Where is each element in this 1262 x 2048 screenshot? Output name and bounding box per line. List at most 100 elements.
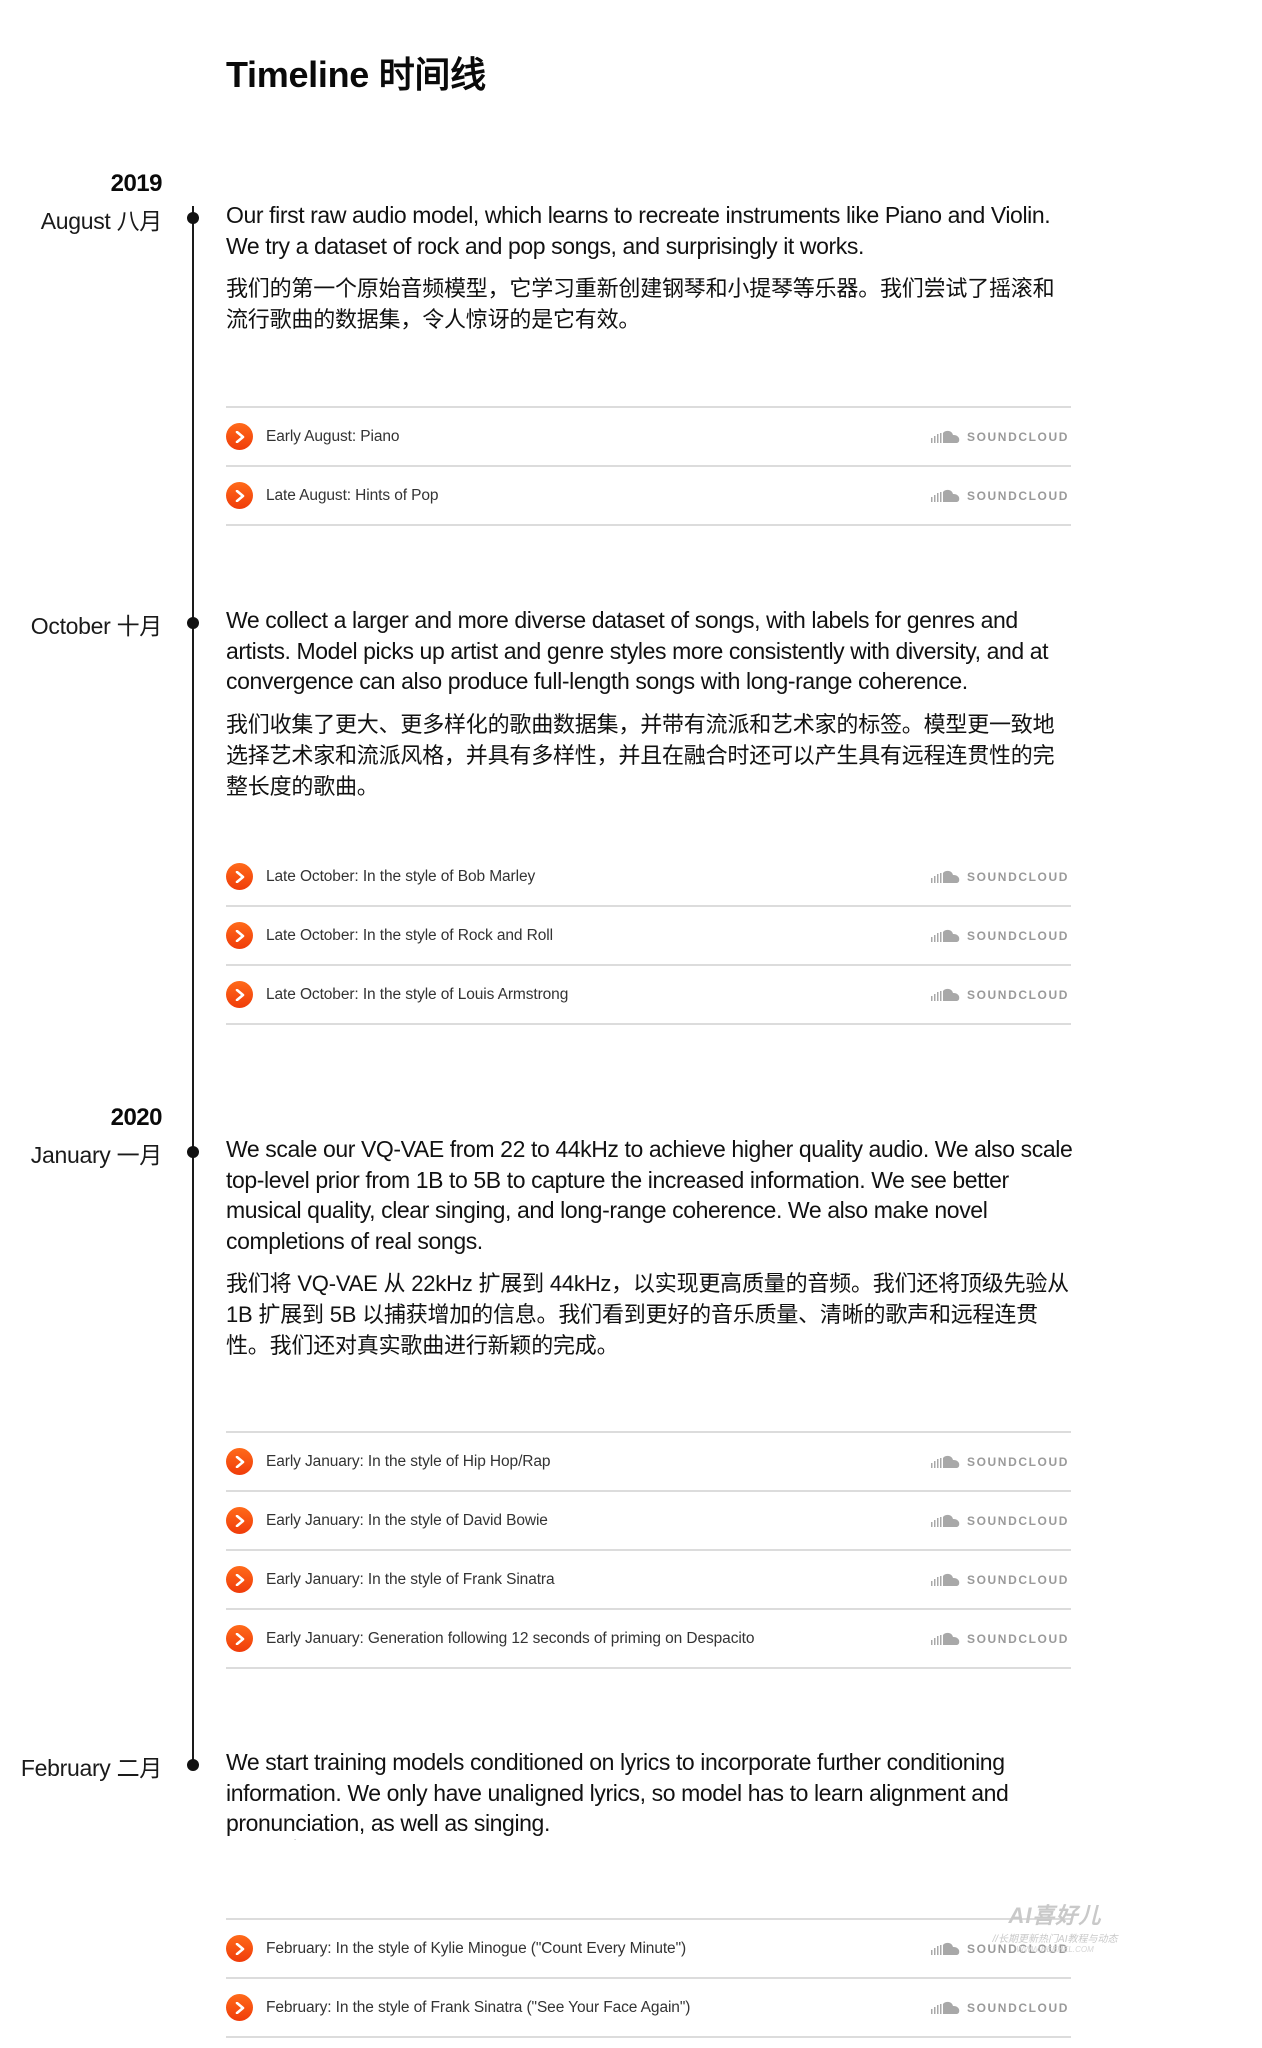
month-label: August 八月 <box>40 208 163 234</box>
year-label: 2019 <box>110 170 163 197</box>
timeline-dot <box>187 1759 199 1771</box>
soundcloud-link[interactable]: SOUNDCLOUD <box>931 1455 1069 1469</box>
timeline-entry-february-2020: We start training models conditioned on … <box>226 1747 1076 1839</box>
timeline-entry-october-2019: We collect a larger and more diverse dat… <box>226 605 1076 802</box>
track-title[interactable]: Late August: Hints of Pop <box>266 487 439 505</box>
soundcloud-label: SOUNDCLOUD <box>967 928 1069 943</box>
track-list: Early January: In the style of Hip Hop/R… <box>226 1431 1071 1669</box>
play-button[interactable] <box>226 1935 253 1962</box>
timeline-line <box>192 206 194 1768</box>
soundcloud-icon <box>931 870 960 883</box>
soundcloud-link[interactable]: SOUNDCLOUD <box>931 1573 1069 1587</box>
timeline-dot <box>187 1146 199 1158</box>
play-icon <box>235 1942 244 1955</box>
play-button[interactable] <box>226 1994 253 2021</box>
track-row[interactable]: Late October: In the style of Bob Marley… <box>226 848 1071 907</box>
play-icon <box>235 1455 244 1468</box>
description-en: We collect a larger and more diverse dat… <box>226 607 1049 694</box>
soundcloud-icon <box>931 430 960 443</box>
month-label: February 二月 <box>20 1755 162 1781</box>
timeline-dot <box>187 212 199 224</box>
soundcloud-label: SOUNDCLOUD <box>967 869 1069 884</box>
play-icon <box>235 489 244 502</box>
month-label: January 一月 <box>30 1142 163 1168</box>
soundcloud-icon <box>931 1455 960 1468</box>
track-title[interactable]: Early January: In the style of Hip Hop/R… <box>266 1453 551 1471</box>
track-row[interactable]: Late August: Hints of Pop SOUNDCLOUD <box>226 467 1071 526</box>
soundcloud-icon <box>931 1573 960 1586</box>
soundcloud-link[interactable]: SOUNDCLOUD <box>931 489 1069 503</box>
soundcloud-label: SOUNDCLOUD <box>967 987 1069 1002</box>
track-row[interactable]: Early January: In the style of Hip Hop/R… <box>226 1433 1071 1492</box>
play-button[interactable] <box>226 1507 253 1534</box>
soundcloud-icon <box>931 2001 960 2014</box>
description-zh: 我们的第一个原始音频模型，它学习重新创建钢琴和小提琴等乐器。我们尝试了摇滚和流行… <box>226 276 1055 332</box>
play-button[interactable] <box>226 922 253 949</box>
track-title[interactable]: Early January: Generation following 12 s… <box>266 1630 755 1648</box>
track-title[interactable]: Early August: Piano <box>266 428 399 446</box>
description-zh: 我们收集了更大、更多样化的歌曲数据集，并带有流派和艺术家的标签。模型更一致地选择… <box>226 711 1055 799</box>
soundcloud-label: SOUNDCLOUD <box>967 1454 1069 1469</box>
soundcloud-icon <box>931 988 960 1001</box>
description-en: We start training models conditioned on … <box>226 1749 1009 1836</box>
track-row[interactable]: Early January: In the style of David Bow… <box>226 1492 1071 1551</box>
play-button[interactable] <box>226 482 253 509</box>
soundcloud-link[interactable]: SOUNDCLOUD <box>931 929 1069 943</box>
year-label: 2020 <box>110 1104 163 1131</box>
soundcloud-link[interactable]: SOUNDCLOUD <box>931 1942 1069 1956</box>
description-en: Our first raw audio model, which learns … <box>226 202 1051 259</box>
play-button[interactable] <box>226 1448 253 1475</box>
play-button[interactable] <box>226 423 253 450</box>
soundcloud-label: SOUNDCLOUD <box>967 1941 1069 1956</box>
track-list: Late October: In the style of Bob Marley… <box>226 848 1071 1025</box>
play-button[interactable] <box>226 863 253 890</box>
soundcloud-label: SOUNDCLOUD <box>967 2000 1069 2015</box>
play-button[interactable] <box>226 1625 253 1652</box>
play-button[interactable] <box>226 1566 253 1593</box>
track-list: Early August: Piano SOUNDCLOUD Late Augu… <box>226 406 1071 526</box>
track-title[interactable]: Late October: In the style of Louis Arms… <box>266 986 568 1004</box>
soundcloud-link[interactable]: SOUNDCLOUD <box>931 2001 1069 2015</box>
soundcloud-link[interactable]: SOUNDCLOUD <box>931 870 1069 884</box>
timeline-entry-january-2020: We scale our VQ-VAE from 22 to 44kHz to … <box>226 1134 1076 1361</box>
track-title[interactable]: February: In the style of Kylie Minogue … <box>266 1940 686 1958</box>
track-row[interactable]: Late October: In the style of Rock and R… <box>226 907 1071 966</box>
play-icon <box>235 1514 244 1527</box>
track-title[interactable]: February: In the style of Frank Sinatra … <box>266 1999 690 2017</box>
soundcloud-label: SOUNDCLOUD <box>967 429 1069 444</box>
soundcloud-icon <box>931 1942 960 1955</box>
soundcloud-icon <box>931 1514 960 1527</box>
track-row[interactable]: Early January: In the style of Frank Sin… <box>226 1551 1071 1610</box>
track-title[interactable]: Late October: In the style of Bob Marley <box>266 868 535 886</box>
soundcloud-link[interactable]: SOUNDCLOUD <box>931 430 1069 444</box>
track-row[interactable]: Early January: Generation following 12 s… <box>226 1610 1071 1669</box>
play-button[interactable] <box>226 981 253 1008</box>
play-icon <box>235 988 244 1001</box>
timeline-entry-august-2019: Our first raw audio model, which learns … <box>226 200 1076 335</box>
soundcloud-link[interactable]: SOUNDCLOUD <box>931 988 1069 1002</box>
month-label: October 十月 <box>30 613 163 639</box>
track-title[interactable]: Late October: In the style of Rock and R… <box>266 927 553 945</box>
play-icon <box>235 2001 244 2014</box>
track-list: February: In the style of Kylie Minogue … <box>226 1918 1071 2038</box>
soundcloud-label: SOUNDCLOUD <box>967 488 1069 503</box>
track-title[interactable]: Early January: In the style of Frank Sin… <box>266 1571 555 1589</box>
play-icon <box>235 1632 244 1645</box>
play-icon <box>235 1573 244 1586</box>
page-title: Timeline 时间线 <box>226 54 486 95</box>
play-icon <box>235 870 244 883</box>
soundcloud-link[interactable]: SOUNDCLOUD <box>931 1514 1069 1528</box>
timeline-dot <box>187 617 199 629</box>
play-icon <box>235 430 244 443</box>
track-row[interactable]: February: In the style of Frank Sinatra … <box>226 1979 1071 2038</box>
track-row[interactable]: February: In the style of Kylie Minogue … <box>226 1920 1071 1979</box>
play-icon <box>235 929 244 942</box>
track-row[interactable]: Early August: Piano SOUNDCLOUD <box>226 408 1071 467</box>
track-title[interactable]: Early January: In the style of David Bow… <box>266 1512 548 1530</box>
description-en: We scale our VQ-VAE from 22 to 44kHz to … <box>226 1136 1073 1254</box>
track-row[interactable]: Late October: In the style of Louis Arms… <box>226 966 1071 1025</box>
soundcloud-link[interactable]: SOUNDCLOUD <box>931 1632 1069 1646</box>
description-zh: 我们将 VQ-VAE 从 22kHz 扩展到 44kHz，以实现更高质量的音频。… <box>226 1271 1069 1358</box>
soundcloud-icon <box>931 489 960 502</box>
soundcloud-icon <box>931 1632 960 1645</box>
